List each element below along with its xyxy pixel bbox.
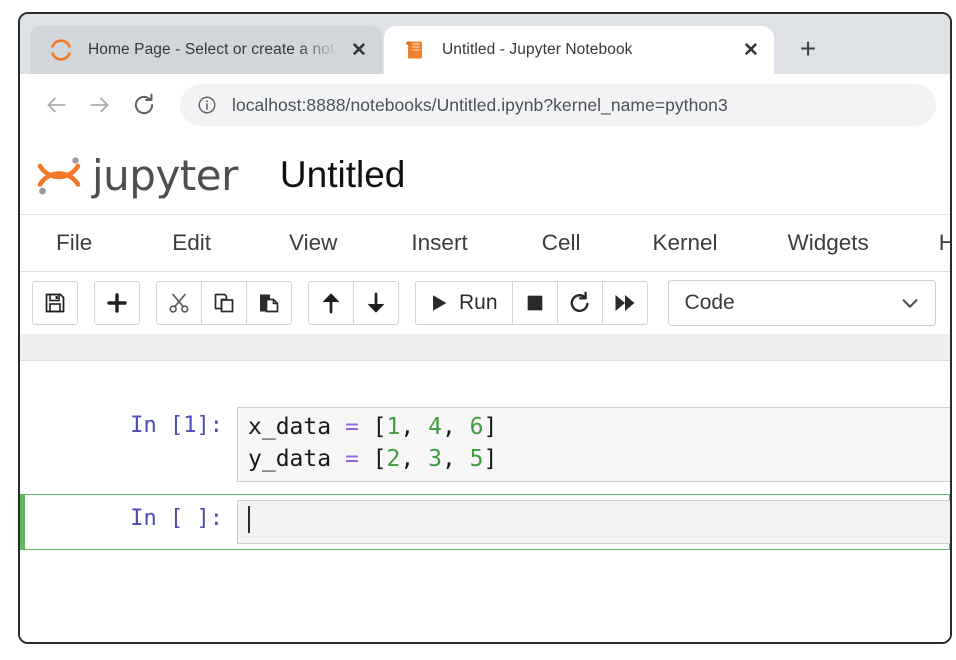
- toolbar-group-run: Run: [415, 281, 648, 325]
- menu-item-insert[interactable]: Insert: [411, 224, 467, 262]
- cell-prompt: In [1]:: [130, 413, 223, 438]
- copy-icon: [212, 291, 236, 315]
- browser-tab-untitled-notebook[interactable]: Untitled - Jupyter Notebook ✕: [384, 26, 774, 74]
- browser-window: Home Page - Select or create a not ✕ Unt…: [18, 12, 952, 644]
- scissors-icon: [167, 291, 191, 315]
- back-button[interactable]: [34, 83, 78, 127]
- toolbar-separator-band: [20, 334, 950, 361]
- new-tab-button[interactable]: +: [786, 27, 830, 71]
- paste-icon: [257, 291, 281, 315]
- browser-tab-title: Home Page - Select or create a not: [88, 41, 335, 58]
- jupyter-planet-icon[interactable]: [28, 144, 90, 206]
- floppy-disk-icon: [43, 291, 67, 315]
- run-button-label: Run: [459, 291, 498, 314]
- move-cell-up-button[interactable]: [308, 281, 354, 325]
- fast-forward-icon: [613, 291, 637, 315]
- reload-button[interactable]: [122, 83, 166, 127]
- notebook-cell-2-selected[interactable]: In [ ]:: [20, 494, 950, 551]
- jupyter-wordmark: jupyter: [92, 150, 238, 200]
- restart-kernel-button[interactable]: [556, 281, 603, 325]
- menu-item-kernel[interactable]: Kernel: [652, 224, 717, 262]
- menu-item-view[interactable]: View: [289, 224, 337, 262]
- notebook-cell-1[interactable]: In [1]: x_data = [1, 4, 6] y_data = [2, …: [20, 401, 950, 488]
- menu-item-help[interactable]: Help: [939, 224, 950, 262]
- arrow-left-icon: [43, 92, 69, 118]
- browser-tab-strip: Home Page - Select or create a not ✕ Unt…: [20, 14, 950, 74]
- paste-button[interactable]: [246, 281, 292, 325]
- menu-item-cell[interactable]: Cell: [542, 224, 581, 262]
- copy-button[interactable]: [201, 281, 247, 325]
- forward-button[interactable]: [78, 83, 122, 127]
- plus-icon: [105, 291, 129, 315]
- menu-item-widgets[interactable]: Widgets: [788, 224, 869, 262]
- cut-button[interactable]: [156, 281, 202, 325]
- tab-close-icon[interactable]: ✕: [736, 35, 766, 65]
- notebook-cell-area: In [1]: x_data = [1, 4, 6] y_data = [2, …: [20, 361, 950, 642]
- tab-close-icon[interactable]: ✕: [344, 35, 374, 65]
- stop-square-icon: [524, 292, 546, 314]
- arrow-right-icon: [87, 92, 113, 118]
- toolbar-group-move: [308, 281, 399, 325]
- arrow-up-icon: [319, 291, 343, 315]
- save-button[interactable]: [32, 281, 78, 325]
- insert-cell-below-button[interactable]: [94, 281, 140, 325]
- cell-code-input[interactable]: x_data = [1, 4, 6] y_data = [2, 3, 5]: [237, 407, 950, 483]
- chevron-down-icon: [899, 292, 921, 314]
- play-triangle-icon: [428, 292, 450, 314]
- jupyter-notebook-page: jupyter Untitled File Edit View Insert C…: [20, 136, 950, 642]
- toolbar-group-insert: [94, 281, 140, 325]
- browser-address-bar: localhost:8888/notebooks/Untitled.ipynb?…: [20, 74, 950, 136]
- browser-tab-home-page[interactable]: Home Page - Select or create a not ✕: [30, 26, 382, 74]
- cell-code-input[interactable]: [237, 500, 950, 545]
- interrupt-kernel-button[interactable]: [511, 281, 558, 325]
- jupyter-header: jupyter Untitled: [20, 136, 950, 215]
- url-text: localhost:8888/notebooks/Untitled.ipynb?…: [232, 94, 728, 115]
- arrow-down-icon: [364, 291, 388, 315]
- cell-prompt: In [ ]:: [130, 506, 223, 532]
- text-cursor: [248, 506, 250, 534]
- toolbar-group-save: [32, 281, 78, 325]
- toolbar-group-clipboard: [156, 281, 292, 325]
- jupyter-logo-icon: [48, 37, 74, 63]
- url-bar[interactable]: localhost:8888/notebooks/Untitled.ipynb?…: [180, 84, 936, 126]
- browser-tab-title: Untitled - Jupyter Notebook: [442, 41, 633, 58]
- jupyter-menu-bar: File Edit View Insert Cell Kernel Widget…: [20, 215, 950, 272]
- cell-type-value: Code: [684, 291, 735, 314]
- notebook-title[interactable]: Untitled: [280, 154, 405, 196]
- menu-item-edit[interactable]: Edit: [172, 224, 211, 262]
- jupyter-toolbar: Run Code: [20, 272, 950, 334]
- run-button[interactable]: Run: [415, 281, 513, 325]
- move-cell-down-button[interactable]: [353, 281, 399, 325]
- jupyter-notebook-icon: [402, 37, 428, 63]
- info-circle-icon[interactable]: [196, 94, 218, 116]
- restart-circular-arrow-icon: [568, 291, 592, 315]
- cell-type-select[interactable]: Code: [667, 280, 936, 326]
- reload-icon: [131, 92, 157, 118]
- restart-and-run-all-button[interactable]: [601, 281, 648, 325]
- menu-item-file[interactable]: File: [56, 224, 92, 262]
